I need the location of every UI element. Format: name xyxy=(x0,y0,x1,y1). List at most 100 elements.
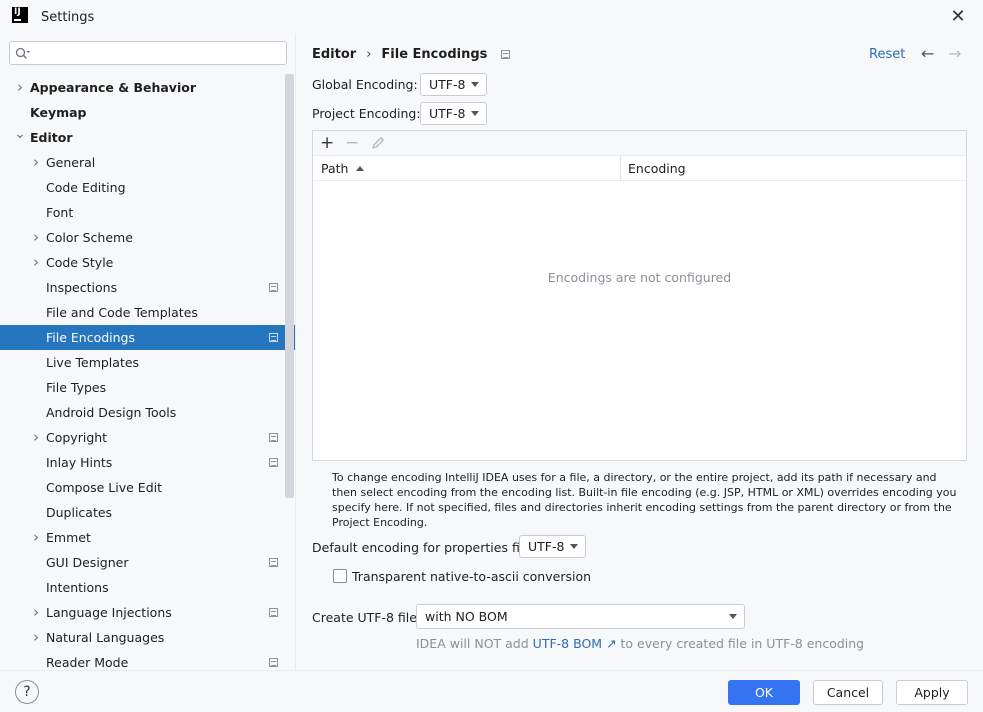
global-encoding-value: UTF-8 xyxy=(429,77,466,92)
project-scope-icon xyxy=(269,333,278,342)
pencil-icon[interactable] xyxy=(371,136,385,150)
properties-encoding-label: Default encoding for properties files: xyxy=(312,540,542,555)
sidebar-item-inspections[interactable]: Inspections xyxy=(0,275,295,300)
sort-ascending-icon xyxy=(356,166,365,171)
sidebar-item-file-and-code-templates[interactable]: File and Code Templates xyxy=(0,300,295,325)
breadcrumb-file-encodings: File Encodings xyxy=(381,47,488,62)
transparent-conversion-label[interactable]: Transparent native-to-ascii conversion xyxy=(352,569,591,584)
sidebar-item-label: GUI Designer xyxy=(46,555,129,570)
sidebar-item-label: Reader Mode xyxy=(46,655,129,670)
title-bar: IJ Settings ✕ xyxy=(0,0,983,34)
sidebar-item-label: Code Editing xyxy=(46,180,126,195)
sidebar-item-label: Natural Languages xyxy=(46,630,165,645)
column-divider[interactable] xyxy=(620,156,621,181)
chevron-right-icon[interactable]: › xyxy=(30,250,42,275)
project-scope-icon xyxy=(269,608,278,617)
sidebar-item-appearance-behavior[interactable]: › Appearance & Behavior xyxy=(0,75,295,100)
remove-icon[interactable]: − xyxy=(345,133,359,153)
chevron-right-icon[interactable]: › xyxy=(30,600,42,625)
chevron-right-icon[interactable]: › xyxy=(30,225,42,250)
apply-button[interactable]: Apply xyxy=(896,680,968,705)
chevron-right-icon[interactable]: › xyxy=(30,150,42,175)
project-encoding-select[interactable]: UTF-8 xyxy=(420,102,487,125)
project-scope-icon xyxy=(269,658,278,667)
sidebar-item-language-injections[interactable]: › Language Injections xyxy=(0,600,295,625)
utf8-bom-link[interactable]: UTF-8 BOM ↗ xyxy=(533,636,617,651)
table-header: Path Encoding xyxy=(313,156,966,181)
settings-tree: › Appearance & Behavior Keymap ⌄ Editor › Gene… xyxy=(0,75,295,670)
sidebar-item-color-scheme[interactable]: › Color Scheme xyxy=(0,225,295,250)
sidebar-item-label: Duplicates xyxy=(46,505,113,520)
chevron-right-icon[interactable]: › xyxy=(30,525,42,550)
reset-link[interactable]: Reset xyxy=(869,47,905,62)
sidebar-item-label: Font xyxy=(46,205,74,220)
column-header-path[interactable]: Path xyxy=(321,156,365,181)
create-utf8-label: Create UTF-8 files: xyxy=(312,610,428,625)
sidebar-item-general[interactable]: › General xyxy=(0,150,295,175)
sidebar-item-compose-live-edit[interactable]: Compose Live Edit xyxy=(0,475,295,500)
file-encodings-panel: Editor › File Encodings Reset ← → Global… xyxy=(297,34,983,670)
settings-sidebar: › Appearance & Behavior Keymap ⌄ Editor › Gene… xyxy=(0,34,296,670)
breadcrumb: Editor › File Encodings xyxy=(312,47,511,62)
ok-button[interactable]: OK xyxy=(728,680,800,705)
sidebar-item-android-design-tools[interactable]: Android Design Tools xyxy=(0,400,295,425)
sidebar-item-duplicates[interactable]: Duplicates xyxy=(0,500,295,525)
global-encoding-select[interactable]: UTF-8 xyxy=(420,73,487,96)
project-scope-icon xyxy=(269,433,278,442)
add-icon[interactable]: + xyxy=(320,133,334,153)
sidebar-scrollbar[interactable] xyxy=(285,74,294,498)
global-encoding-label: Global Encoding: xyxy=(312,77,418,92)
properties-encoding-select[interactable]: UTF-8 xyxy=(519,535,586,558)
table-empty-text: Encodings are not configured xyxy=(547,270,732,285)
project-scope-icon xyxy=(269,458,278,467)
chevron-down-icon xyxy=(570,544,578,549)
breadcrumb-editor[interactable]: Editor xyxy=(312,47,356,62)
sidebar-item-code-style[interactable]: › Code Style xyxy=(0,250,295,275)
sidebar-item-intentions[interactable]: Intentions xyxy=(0,575,295,600)
sidebar-item-label: File Encodings xyxy=(46,330,136,345)
sidebar-item-code-editing[interactable]: Code Editing xyxy=(0,175,295,200)
search-input[interactable] xyxy=(9,41,287,65)
bom-value: with NO BOM xyxy=(425,609,508,624)
cancel-button[interactable]: Cancel xyxy=(813,680,883,705)
encoding-help-text: To change encoding IntelliJ IDEA uses fo… xyxy=(332,471,957,529)
sidebar-item-label: Compose Live Edit xyxy=(46,480,163,495)
sidebar-item-label: Code Style xyxy=(46,255,114,270)
properties-encoding-value: UTF-8 xyxy=(528,539,565,554)
chevron-right-icon[interactable]: › xyxy=(30,625,42,650)
sidebar-item-label: Editor xyxy=(30,130,73,145)
sidebar-item-label: Keymap xyxy=(30,105,87,120)
sidebar-item-natural-languages[interactable]: › Natural Languages xyxy=(0,625,295,650)
arrow-right-icon[interactable]: → xyxy=(948,44,961,63)
sidebar-item-label: Emmet xyxy=(46,530,91,545)
project-encoding-value: UTF-8 xyxy=(429,106,466,121)
sidebar-item-label: Language Injections xyxy=(46,605,172,620)
bom-hint: IDEA will NOT add UTF-8 BOM ↗ to every c… xyxy=(416,636,865,651)
sidebar-item-label: File Types xyxy=(46,380,107,395)
sidebar-item-font[interactable]: Font xyxy=(0,200,295,225)
chevron-right-icon[interactable]: › xyxy=(30,425,42,450)
sidebar-item-file-types[interactable]: File Types xyxy=(0,375,295,400)
sidebar-item-emmet[interactable]: › Emmet xyxy=(0,525,295,550)
intellij-logo-icon: IJ xyxy=(12,7,28,23)
sidebar-item-gui-designer[interactable]: GUI Designer xyxy=(0,550,295,575)
column-header-encoding[interactable]: Encoding xyxy=(628,156,686,181)
sidebar-item-file-encodings[interactable]: File Encodings xyxy=(0,325,295,350)
sidebar-item-keymap[interactable]: Keymap xyxy=(0,100,295,125)
bom-select[interactable]: with NO BOM xyxy=(416,604,745,629)
arrow-left-icon[interactable]: ← xyxy=(921,44,934,63)
chevron-down-icon[interactable]: ⌄ xyxy=(14,125,26,150)
breadcrumb-separator: › xyxy=(366,47,372,62)
sidebar-item-copyright[interactable]: › Copyright xyxy=(0,425,295,450)
sidebar-item-editor[interactable]: ⌄ Editor xyxy=(0,125,295,150)
transparent-conversion-checkbox[interactable] xyxy=(333,569,347,583)
chevron-right-icon[interactable]: › xyxy=(14,75,26,100)
sidebar-item-label: Inlay Hints xyxy=(46,455,113,470)
sidebar-item-inlay-hints[interactable]: Inlay Hints xyxy=(0,450,295,475)
help-button[interactable]: ? xyxy=(15,680,39,704)
sidebar-item-live-templates[interactable]: Live Templates xyxy=(0,350,295,375)
close-icon[interactable]: ✕ xyxy=(947,6,969,28)
dialog-footer: ? OK Cancel Apply xyxy=(0,670,983,712)
sidebar-item-reader-mode[interactable]: Reader Mode xyxy=(0,650,295,670)
chevron-down-icon xyxy=(729,614,737,619)
